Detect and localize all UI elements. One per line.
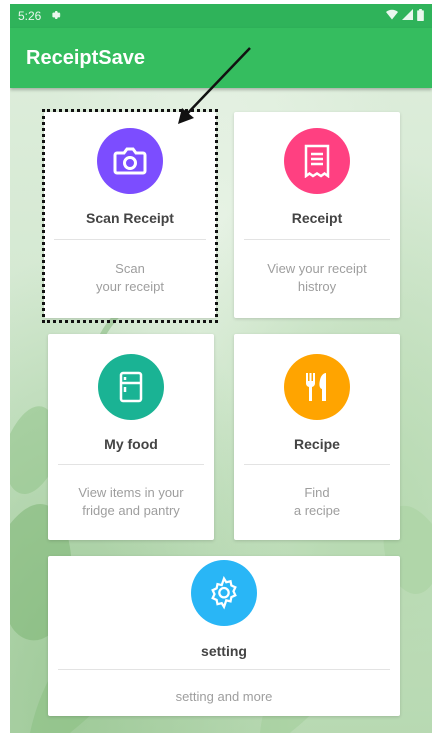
status-time: 5:26 [18, 9, 42, 23]
camera-icon [97, 128, 163, 194]
my-food-card[interactable]: My food View items in your fridge and pa… [48, 334, 214, 540]
divider [54, 239, 206, 240]
card-title: Receipt [291, 210, 343, 226]
battery-icon [417, 8, 424, 24]
settings-gear-status-icon [49, 9, 61, 24]
scan-receipt-card[interactable]: Scan Receipt Scan your receipt [44, 112, 216, 318]
gear-icon [191, 560, 257, 626]
divider [244, 239, 390, 240]
app-screen: 5:26 ReceiptSave Scan Receipt Scan your … [10, 4, 432, 733]
recipe-card[interactable]: Recipe Find a recipe [234, 334, 400, 540]
receipt-card[interactable]: Receipt View your receipt histroy [234, 112, 400, 318]
card-title: My food [104, 436, 158, 452]
status-bar: 5:26 [10, 4, 432, 28]
card-description: setting and more [175, 689, 273, 704]
app-bar: ReceiptSave [10, 28, 432, 88]
divider [58, 464, 204, 465]
card-title: setting [201, 643, 247, 659]
card-description: View your receipt histroy [267, 261, 367, 294]
app-title: ReceiptSave [26, 46, 145, 69]
receipt-icon [284, 128, 350, 194]
card-description: Find a recipe [293, 485, 341, 518]
card-description: Scan your receipt [96, 261, 164, 294]
card-title: Recipe [294, 436, 340, 452]
fork-knife-icon [284, 354, 350, 420]
divider [244, 464, 390, 465]
divider [58, 669, 390, 670]
card-title: Scan Receipt [86, 210, 174, 226]
wifi-icon [386, 9, 398, 23]
fridge-icon [98, 354, 164, 420]
card-description: View items in your fridge and pantry [78, 485, 184, 518]
setting-card[interactable]: setting setting and more [48, 556, 400, 716]
signal-icon [402, 9, 413, 23]
